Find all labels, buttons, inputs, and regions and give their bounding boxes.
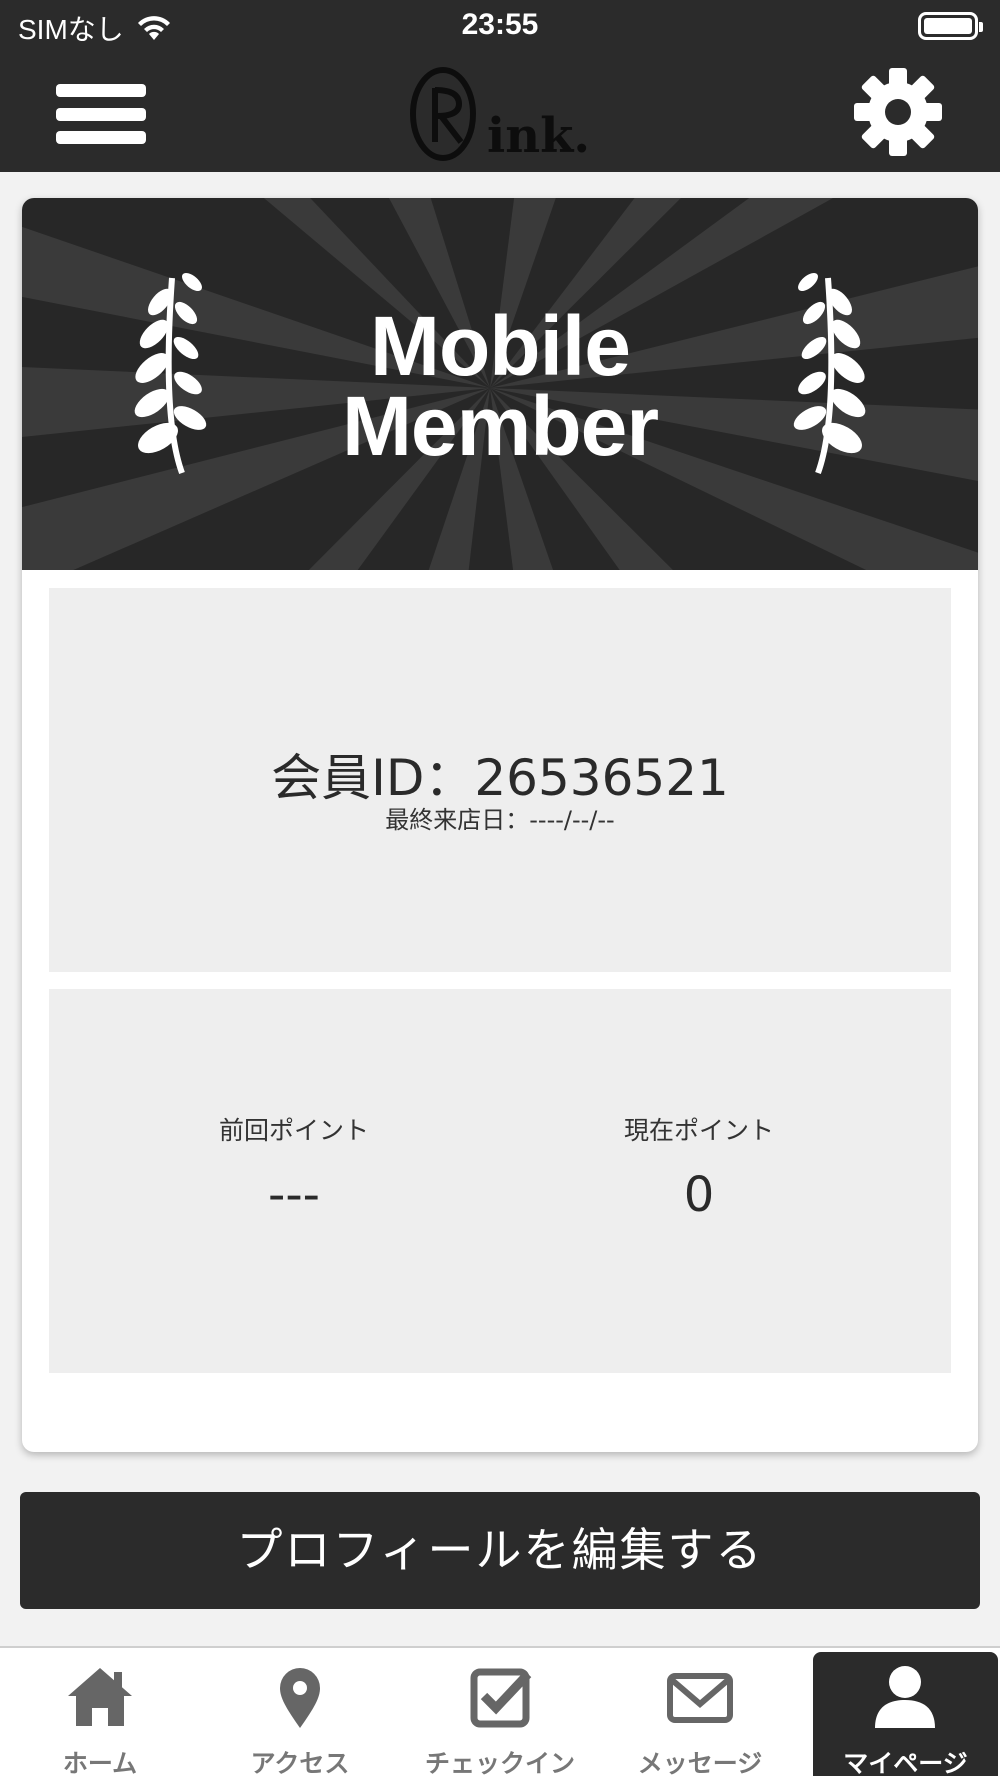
banner-title-line2: Member [341,379,659,473]
current-points-value: 0 [683,1167,715,1223]
gear-icon[interactable] [852,66,944,158]
tab-mypage-label: マイページ [843,1749,968,1778]
status-bar: SIMなし 23:55 [0,0,1000,56]
banner-title: Mobile Member [22,299,978,473]
tab-message-label: メッセージ [637,1749,763,1778]
points-panel: 前回ポイント --- 現在ポイント 0 [49,989,951,1373]
user-icon [875,1666,935,1728]
tab-message[interactable]: メッセージ [600,1648,800,1778]
tab-mypage[interactable]: マイページ [813,1652,998,1778]
page: SIMなし 23:55 ink. Mobile Member 会員ID：2653… [0,0,1000,1778]
tab-home[interactable]: ホーム [0,1648,200,1778]
status-time: 23:55 [461,8,539,41]
last-visit-date: 最終来店日：----/--/-- [385,806,615,834]
hamburger-menu-icon[interactable] [56,76,146,152]
tab-access[interactable]: アクセス [200,1648,400,1778]
checkbox-icon [470,1668,532,1728]
member-id-panel: 会員ID：26536521 最終来店日：----/--/-- [49,588,951,972]
previous-points-label: 前回ポイント [218,1116,369,1145]
svg-text:ink.: ink. [487,108,590,164]
home-icon [68,1668,132,1726]
banner-title-line1: Mobile [370,299,631,393]
member-card: Mobile Member 会員ID：26536521 最終来店日：----/-… [22,198,978,1452]
map-pin-icon [280,1668,320,1728]
tab-home-label: ホーム [62,1749,138,1778]
current-points: 現在ポイント 0 [549,1111,849,1223]
envelope-icon [667,1673,733,1723]
tab-access-label: アクセス [250,1749,350,1778]
edit-profile-button[interactable]: プロフィールを編集する [20,1492,980,1609]
previous-points: 前回ポイント --- [144,1111,444,1223]
tab-checkin-label: チェックイン [424,1749,575,1778]
battery-icon [918,12,983,40]
app-header: ink. [0,56,1000,172]
current-points-label: 現在ポイント [623,1116,774,1145]
previous-points-value: --- [268,1167,320,1223]
tab-checkin[interactable]: チェックイン [400,1648,600,1778]
brand-logo: ink. [410,67,590,164]
member-banner: Mobile Member [22,198,978,570]
tab-bar: ホーム アクセス チェックイン メッセージ マイページ [0,1646,1000,1778]
